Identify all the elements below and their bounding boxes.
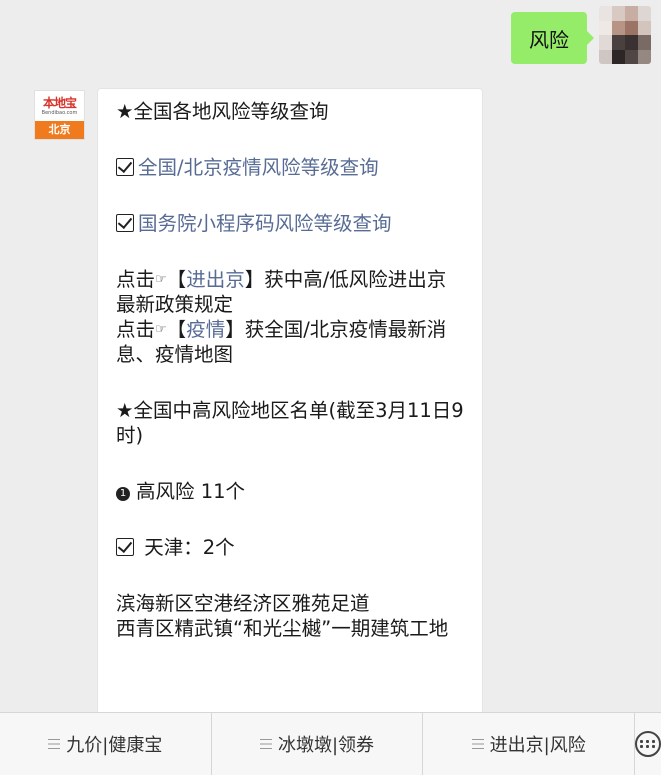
click-line-jinchujing: 点击☞【进出京】获中高/低风险进出京最新政策规定 — [116, 268, 447, 316]
link-row-state-council[interactable]: 国务院小程序码风险等级查询 — [116, 211, 464, 236]
click-line-epidemic: 点击☞【疫情】获全国/北京疫情最新消息、疫情地图 — [116, 318, 447, 366]
checkbox-icon — [116, 538, 134, 556]
checkbox-icon — [116, 214, 134, 232]
link-epidemic[interactable]: 疫情 — [186, 318, 225, 341]
keyboard-icon — [635, 731, 661, 757]
menu-list-icon — [48, 738, 61, 750]
logo-subtext: Bendibao.com — [41, 110, 78, 116]
tianjin-count: 天津：2个 — [116, 535, 464, 560]
number-one-icon: 1 — [116, 487, 130, 501]
pointing-hand-icon: ☞ — [155, 272, 167, 287]
logo-city: 北京 — [35, 121, 84, 139]
menu-list-icon — [259, 738, 272, 750]
logo-text: 本地宝 — [42, 96, 77, 110]
menu-item-jinchujing-risk[interactable]: 进出京|风险 — [423, 713, 636, 775]
menu-list-icon — [471, 738, 484, 750]
bottom-menu-bar: 九价|健康宝 冰墩墩|领券 进出京|风险 — [0, 712, 661, 775]
menu-item-label: 冰墩墩|领券 — [277, 735, 375, 756]
bot-message-bubble: ★全国各地风险等级查询 全国/北京疫情风险等级查询 国务院小程序码风险等级查询 … — [97, 88, 483, 728]
bot-avatar[interactable]: 本地宝 Bendibao.com 北京 — [34, 90, 85, 140]
user-message-bubble[interactable]: 风险 — [511, 12, 594, 64]
keyboard-toggle-button[interactable] — [635, 713, 661, 775]
section-title-risk-list: ★全国中高风险地区名单(截至3月11日9时) — [116, 399, 464, 447]
risk-place: 滨海新区空港经济区雅苑足道 — [116, 592, 370, 615]
section-title-risk-query: ★全国各地风险等级查询 — [116, 100, 329, 123]
menu-item-bingdwendwen[interactable]: 冰墩墩|领券 — [212, 713, 424, 775]
menu-item-hpv-health[interactable]: 九价|健康宝 — [0, 713, 212, 775]
user-message-text: 风险 — [529, 27, 569, 52]
link-national-beijing-risk[interactable]: 全国/北京疫情风险等级查询 — [138, 156, 379, 179]
menu-item-label: 进出京|风险 — [489, 735, 586, 756]
checkbox-icon — [116, 158, 134, 176]
user-avatar[interactable] — [599, 6, 651, 64]
link-jinchujing[interactable]: 进出京 — [186, 268, 245, 291]
pointing-hand-icon: ☞ — [155, 322, 167, 337]
risk-place: 西青区精武镇“和光尘樾”一期建筑工地 — [116, 617, 449, 640]
menu-item-label: 九价|健康宝 — [66, 735, 163, 756]
high-risk-count: 1 高风险 11个 — [116, 479, 464, 504]
link-row-national-beijing[interactable]: 全国/北京疫情风险等级查询 — [116, 155, 464, 180]
link-state-council-miniprogram[interactable]: 国务院小程序码风险等级查询 — [138, 212, 392, 235]
